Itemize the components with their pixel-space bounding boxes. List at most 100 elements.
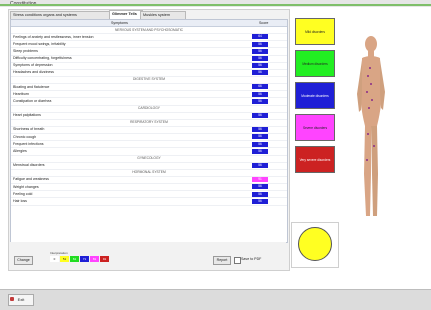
symptom-text: RESPIRATORY SYSTEM bbox=[130, 120, 168, 125]
symptom-text: CARDIOLOGY bbox=[138, 106, 160, 111]
score-cell[interactable]: 56 bbox=[252, 48, 268, 54]
score-cell[interactable]: 56 bbox=[252, 112, 268, 118]
score-gauge bbox=[298, 227, 332, 261]
report-button[interactable]: Report bbox=[213, 256, 231, 265]
table-row[interactable]: Difficulty concentrating, forgetfulness 5… bbox=[11, 55, 287, 63]
legend-swatch: 91 bbox=[100, 256, 109, 262]
table-row[interactable]: Feeling cold 56 bbox=[11, 191, 287, 199]
score-cell[interactable]: 64 bbox=[252, 34, 268, 40]
severity-category[interactable]: Mild disorders bbox=[295, 18, 335, 45]
taskbar: Exit bbox=[0, 289, 431, 310]
legend-swatch: 61 bbox=[70, 256, 79, 262]
symptom-text: Feeling cold bbox=[13, 191, 33, 196]
exit-label: Exit bbox=[17, 297, 25, 302]
save-pdf-checkbox[interactable] bbox=[234, 257, 241, 264]
score-cell[interactable]: 56 bbox=[252, 70, 268, 76]
table-row[interactable]: Constipation or diarrhea 56 bbox=[11, 98, 287, 106]
severity-category[interactable]: Moderate disorders bbox=[295, 82, 335, 109]
symptom-text: Heart palpitations bbox=[13, 113, 41, 118]
symptom-text: Heartburn bbox=[13, 91, 29, 96]
symptom-text: Menstrual disorders bbox=[13, 163, 45, 168]
table-row[interactable]: Frequent infections 56 bbox=[11, 141, 287, 149]
symptom-text: Symptoms of depression bbox=[13, 63, 53, 68]
score-cell[interactable]: 66 bbox=[252, 84, 268, 90]
tab-label: Muskles system bbox=[143, 13, 171, 17]
symptom-text: Bloating and flatulence bbox=[13, 84, 50, 89]
section-header: GYNECOLOGY bbox=[11, 156, 287, 163]
severity-category[interactable]: Medium disorders bbox=[295, 50, 335, 77]
score-cell[interactable]: 56 bbox=[252, 98, 268, 104]
table-row[interactable]: Hair loss 56 bbox=[11, 198, 287, 206]
exit-icon bbox=[10, 297, 14, 301]
section-header: HORMONAL SYSTEM bbox=[11, 170, 287, 177]
section-header: RESPIRATORY SYSTEM bbox=[11, 120, 287, 127]
legend-swatch: 51 bbox=[60, 256, 69, 262]
legend-swatch: 0 bbox=[50, 256, 59, 262]
symptom-text: GYNECOLOGY bbox=[137, 156, 161, 161]
symptom-text: Hair loss bbox=[13, 198, 27, 203]
score-cell[interactable]: 56 bbox=[252, 41, 268, 47]
title-accent bbox=[0, 4, 431, 6]
body-figure bbox=[357, 36, 385, 216]
table-row[interactable]: Weight changes 56 bbox=[11, 184, 287, 192]
legend-swatch: 81 bbox=[90, 256, 99, 262]
table-row[interactable]: Bloating and flatulence 66 bbox=[11, 84, 287, 92]
table-row[interactable]: Headaches and dizziness 56 bbox=[11, 70, 287, 77]
severity-category[interactable]: Very severe disorders bbox=[295, 146, 335, 173]
score-cell[interactable]: 56 bbox=[252, 184, 268, 190]
score-cell[interactable]: 56 bbox=[252, 148, 268, 154]
section-header: NERVOUS SYSTEM AND PSYCHOSOMATIC bbox=[11, 27, 287, 35]
section-header: DIGESTIVE SYSTEM bbox=[11, 77, 287, 85]
score-cell[interactable]: 56 bbox=[252, 63, 268, 68]
table-row[interactable]: Heartburn 56 bbox=[11, 91, 287, 99]
table-row[interactable]: Allergies 56 bbox=[11, 148, 287, 156]
right-leg-shape bbox=[371, 126, 378, 216]
change-button[interactable]: Change bbox=[14, 256, 33, 265]
severity-category[interactable]: Severe disorders bbox=[295, 114, 335, 141]
left-arm-shape bbox=[357, 60, 362, 112]
head-shape bbox=[365, 36, 377, 52]
symptom-text: Fatigue and weakness bbox=[13, 177, 49, 182]
section-header: CARDIOLOGY bbox=[11, 106, 287, 113]
symptom-text: Headaches and dizziness bbox=[13, 70, 54, 75]
table-row[interactable]: Chronic cough 56 bbox=[11, 134, 287, 142]
header-score: Score bbox=[259, 21, 269, 25]
table-row[interactable]: Feelings of anxiety and restlessness, in… bbox=[11, 34, 287, 42]
symptom-text: Allergies bbox=[13, 148, 27, 153]
score-cell[interactable]: 56 bbox=[252, 162, 268, 168]
bottom-toolbar: Change Interpretation 0 51 61 71 81 91 Report… bbox=[10, 242, 286, 269]
table-row[interactable]: Heart palpitations 56 bbox=[11, 112, 287, 120]
score-cell[interactable]: 56 bbox=[252, 127, 268, 133]
symptom-text: NERVOUS SYSTEM AND PSYCHOSOMATIC bbox=[114, 27, 184, 32]
symptom-text: Feelings of anxiety and restlessness, in… bbox=[13, 34, 94, 39]
score-cell[interactable]: 56 bbox=[252, 191, 268, 197]
table-row[interactable]: Frequent mood swings, irritability 56 bbox=[11, 41, 287, 49]
table-row[interactable]: Symptoms of depression 56 bbox=[11, 63, 287, 70]
symptom-text: Chronic cough bbox=[13, 134, 37, 139]
header-symptoms: Symptoms bbox=[111, 21, 128, 25]
torso-shape bbox=[361, 56, 381, 126]
symptom-text: Frequent mood swings, irritability bbox=[13, 41, 66, 46]
tab-label: Stress conditions organs and systems bbox=[13, 13, 77, 17]
symptom-text: DIGESTIVE SYSTEM bbox=[132, 77, 166, 82]
score-cell[interactable]: 56 bbox=[252, 141, 268, 147]
symptom-text: HORMONAL SYSTEM bbox=[132, 170, 166, 175]
symptom-text: Difficulty concentrating, forgetfulness bbox=[13, 56, 72, 61]
score-cell[interactable]: 56 bbox=[252, 198, 268, 204]
tab-label: Glimmer Tells bbox=[112, 12, 137, 16]
table-rows: NERVOUS SYSTEM AND PSYCHOSOMATIC Feelings… bbox=[11, 27, 287, 206]
table-row[interactable]: Fatigue and weakness 91 bbox=[11, 177, 287, 185]
score-cell[interactable]: 91 bbox=[252, 177, 268, 183]
legend-title: Interpretation bbox=[50, 251, 68, 255]
table-row[interactable]: Menstrual disorders 56 bbox=[11, 162, 287, 170]
left-leg-shape bbox=[364, 126, 371, 216]
score-cell[interactable]: 56 bbox=[252, 55, 268, 61]
main-window: Stress conditions organs and systems Gli… bbox=[8, 9, 290, 271]
table-row[interactable]: Shortness of breath 56 bbox=[11, 127, 287, 135]
symptom-text: Shortness of breath bbox=[13, 127, 45, 132]
table-row[interactable]: Sleep problems 56 bbox=[11, 48, 287, 56]
score-cell[interactable]: 56 bbox=[252, 91, 268, 97]
save-pdf-label: Save to PDF bbox=[241, 257, 262, 261]
right-arm-shape bbox=[380, 60, 385, 110]
score-cell[interactable]: 56 bbox=[252, 134, 268, 140]
